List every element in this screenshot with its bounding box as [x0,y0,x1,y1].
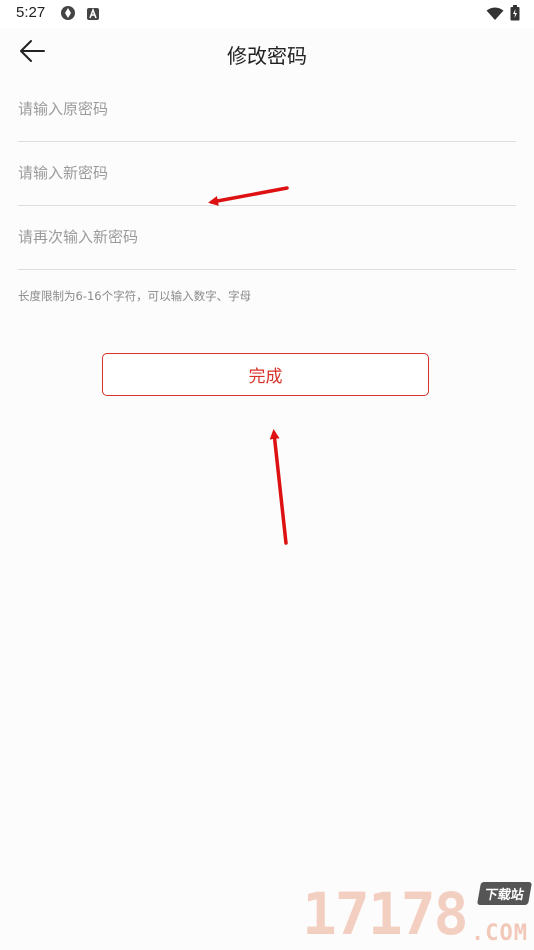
confirm-password-field [18,205,516,270]
status-bar: 5:27 [0,0,534,28]
old-password-field [18,77,516,142]
done-button[interactable]: 完成 [102,353,429,396]
status-time: 5:27 [16,4,46,21]
watermark-number: 17178 [302,880,469,948]
sync-icon [60,5,76,25]
status-icons-right [486,5,520,25]
confirm-password-input[interactable] [18,205,516,268]
a-badge-icon [86,6,100,25]
wifi-icon [486,6,504,25]
site-watermark: 17178 下载站 .COM [302,876,534,950]
old-password-input[interactable] [18,77,516,140]
password-hint: 长度限制为6-16个字符，可以输入数字、字母 [18,289,252,303]
watermark-domain: .COM [471,921,528,946]
page-title: 修改密码 [227,44,307,68]
battery-icon [510,5,520,25]
new-password-input[interactable] [18,141,516,204]
annotation-arrow-to-button [269,429,288,545]
app-header: 修改密码 [0,28,534,78]
new-password-field [18,141,516,206]
status-icons-left [60,5,100,25]
watermark-tag: 下载站 [476,882,533,905]
